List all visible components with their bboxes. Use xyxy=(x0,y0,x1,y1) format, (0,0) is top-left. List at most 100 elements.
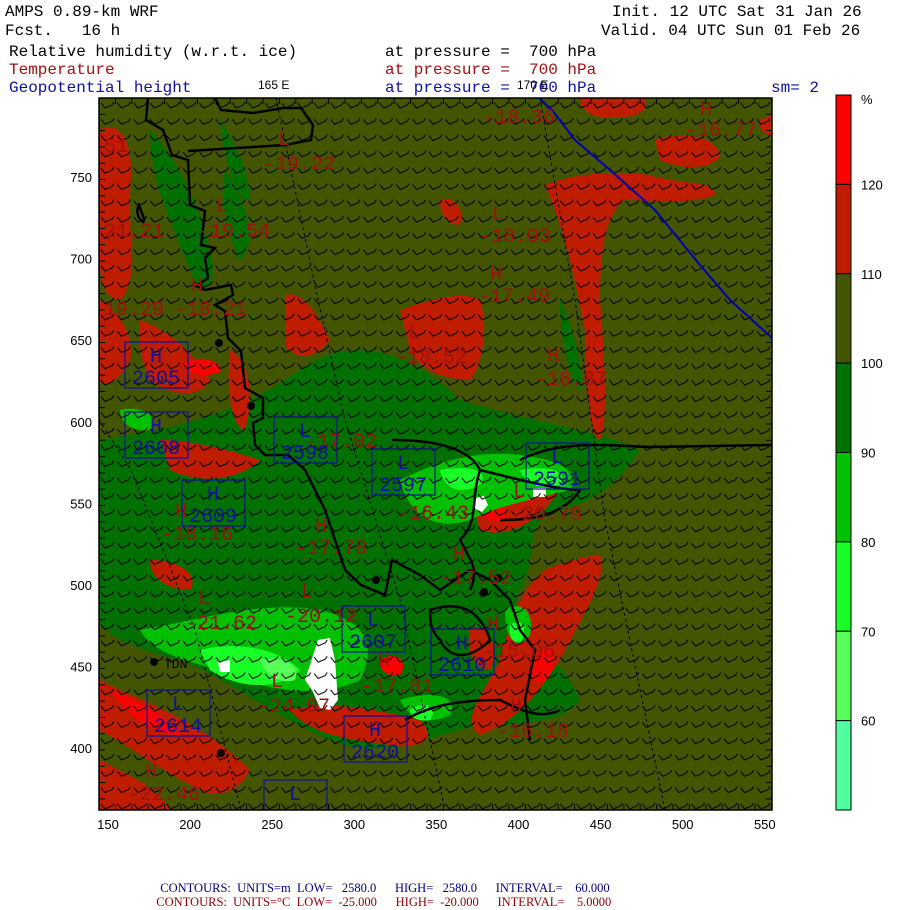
temp-low-marker: L xyxy=(216,196,228,219)
x-tick-label: 450 xyxy=(590,817,612,832)
height-value-label: 2607 xyxy=(349,632,397,655)
temp-value-label: -18.03 xyxy=(479,226,551,249)
colorbar-segment xyxy=(835,720,852,811)
y-tick-label: 400 xyxy=(70,741,92,756)
y-tick-label: 650 xyxy=(70,333,92,348)
temp-value-label: -22.46 xyxy=(128,784,200,807)
height-value-label: 2609 xyxy=(189,506,237,529)
temp-value-label: -18.21 xyxy=(175,299,247,322)
temp-value-label: -18.36 xyxy=(483,107,555,130)
height-value-label: 2598 xyxy=(281,443,329,466)
temp-value-label: -16.18 xyxy=(497,721,569,744)
station-label-tdn: TDN xyxy=(164,657,187,672)
colorbar-segment xyxy=(835,541,852,632)
height-value-label: 2610 xyxy=(438,655,486,678)
temp-contours-units: UNITS=°C xyxy=(233,895,291,909)
height-value-label: 2605 xyxy=(132,368,180,391)
height-type-marker: L xyxy=(289,784,301,807)
y-tick-label: 700 xyxy=(70,252,92,267)
temp-high-marker: H xyxy=(315,516,327,539)
temp-high-marker: H xyxy=(490,264,502,287)
temp-value-label: -17.78 xyxy=(295,538,367,561)
height-type-marker: H xyxy=(369,720,381,743)
x-tick-label: 400 xyxy=(508,817,530,832)
weather-map: 165 E 170 E TDN L-19.22L-19.54H-18.21-18… xyxy=(70,78,883,832)
colorbar-segment xyxy=(835,630,852,722)
temp-low-marker: L xyxy=(492,204,504,227)
temp-value-label: -21.21 xyxy=(92,221,164,244)
map-plot-area: TDN L-19.22L-19.54H-18.21-18.36 H-16.77L-… xyxy=(92,98,772,810)
height-value-label: 2591 xyxy=(533,469,581,492)
temp-value-label: -19.54 xyxy=(198,221,270,244)
temp-value-label: -16.77 xyxy=(685,120,757,143)
temp-value-label: -19.29 xyxy=(92,299,164,322)
temp-contours-low: LOW= -25.000 xyxy=(296,895,377,909)
temp-high-marker: H xyxy=(145,761,157,784)
height-type-marker: H xyxy=(207,484,219,507)
temp-high-marker: H xyxy=(547,346,559,369)
colorbar: 120 110 100 90 80 70 60 xyxy=(835,94,883,811)
temp-low-marker: L xyxy=(271,671,283,694)
temp-value-label: -16.87 xyxy=(535,369,607,392)
height-type-marker: H xyxy=(150,416,162,439)
x-tick-label: 300 xyxy=(343,817,365,832)
colorbar-segment xyxy=(835,452,852,543)
colorbar-label: 70 xyxy=(861,624,875,639)
y-tick-label: 500 xyxy=(70,578,92,593)
temp-high-marker: H xyxy=(175,501,187,524)
height-type-marker: L xyxy=(299,421,311,444)
temp-low-marker: L xyxy=(278,129,290,152)
x-tick-label: 250 xyxy=(261,817,283,832)
temp-high-marker: H xyxy=(191,276,203,299)
colorbar-label: 90 xyxy=(861,446,875,461)
temp-value-label: -20.79 xyxy=(510,504,582,527)
y-tick-label: 600 xyxy=(70,415,92,430)
temp-contours-label: CONTOURS: xyxy=(156,895,227,909)
temp-value-label: -24.07 xyxy=(258,696,330,719)
x-tick-label: 200 xyxy=(179,817,201,832)
height-value-label: 2597 xyxy=(379,475,427,498)
height-type-marker: L xyxy=(367,610,379,633)
temp-contours-interval: INTERVAL= 5.0000 xyxy=(497,895,612,909)
temp-low-marker: L xyxy=(301,581,313,604)
temp-value-label: -19.22 xyxy=(263,154,335,177)
temp-high-marker: H xyxy=(453,544,465,567)
temp-value-label: -21.62 xyxy=(185,613,257,636)
y-tick-label: 750 xyxy=(70,170,92,185)
colorbar-label: 110 xyxy=(861,267,882,282)
height-value-label: 2614 xyxy=(154,716,202,739)
x-tick-label: 350 xyxy=(426,817,448,832)
height-type-marker: L xyxy=(551,447,563,470)
colorbar-segment xyxy=(835,94,852,185)
height-type-marker: H xyxy=(150,346,162,369)
temp-value-label: -17.81 xyxy=(361,676,433,699)
y-tick-label: 550 xyxy=(70,496,92,511)
x-tick-label: 500 xyxy=(672,817,694,832)
colorbar-segment xyxy=(835,273,852,364)
temp-contours-high: HIGH= -20.000 xyxy=(395,895,479,909)
colorbar-label: 80 xyxy=(861,535,875,550)
x-tick-label: 550 xyxy=(754,817,776,832)
temp-value-label: -20.12 xyxy=(285,606,357,629)
colorbar-segment xyxy=(835,362,852,453)
height-value-label: 2620 xyxy=(351,742,399,765)
temp-value-label: -16.43 xyxy=(397,503,469,526)
footer-temp-contours: CONTOURS: UNITS=°C LOW= -25.000 HIGH= -2… xyxy=(150,880,611,910)
colorbar-label: 120 xyxy=(861,177,883,192)
temp-low-marker: L xyxy=(198,588,210,611)
y-tick-label: 450 xyxy=(70,660,92,675)
colorbar-unit: % xyxy=(861,92,873,107)
colorbar-segment xyxy=(835,183,852,275)
height-type-marker: L xyxy=(397,453,409,476)
temp-low-marker: L xyxy=(513,481,525,504)
lon-label-165e: 165 E xyxy=(258,78,289,92)
colorbar-label: 100 xyxy=(861,356,883,371)
temp-high-marker: H xyxy=(510,696,522,719)
height-type-marker: L xyxy=(172,694,184,717)
lon-label-170e: 170 E xyxy=(517,78,548,92)
height-value-label: 2608 xyxy=(132,438,180,461)
temp-value-label: -17.52 xyxy=(440,568,512,591)
temp-high-marker: H xyxy=(487,614,499,637)
height-type-marker: H xyxy=(456,633,468,656)
temp-value-label: -18.52 xyxy=(395,347,467,370)
